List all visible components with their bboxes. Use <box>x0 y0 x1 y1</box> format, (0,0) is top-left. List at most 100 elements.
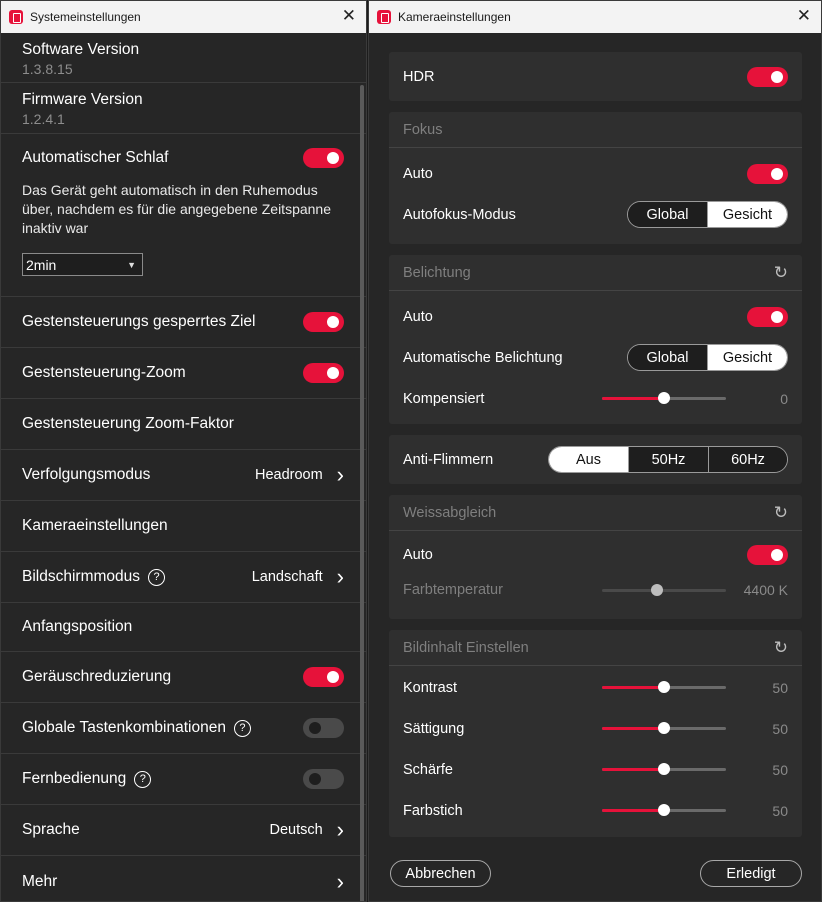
antiflicker-60hz-option[interactable]: 60Hz <box>708 447 787 472</box>
slider-fill <box>602 397 664 400</box>
close-icon[interactable]: ✕ <box>342 7 356 25</box>
slider-fill <box>602 768 664 771</box>
exposure-header: Belichtung <box>403 264 471 281</box>
close-icon[interactable]: ✕ <box>797 7 811 25</box>
firmware-version-label: Firmware Version <box>22 91 143 108</box>
auto-exposure-label: Automatische Belichtung <box>403 349 563 366</box>
titlebar: Systemeinstellungen ✕ <box>1 1 366 33</box>
sharpness-row: Schärfe 50 <box>389 749 802 790</box>
software-version-value: 1.3.8.15 <box>22 61 73 77</box>
slider-knob[interactable] <box>658 392 670 404</box>
saturation-slider[interactable] <box>602 722 726 734</box>
refresh-icon[interactable]: ↻ <box>774 638 788 658</box>
language-row[interactable]: Sprache Deutsch › <box>1 805 366 856</box>
antiflicker-50hz-option[interactable]: 50Hz <box>628 447 708 472</box>
exposure-global-option[interactable]: Global <box>628 345 707 370</box>
help-icon[interactable]: ? <box>134 770 152 788</box>
antiflicker-label: Anti-Flimmern <box>403 451 494 468</box>
help-icon[interactable]: ? <box>233 719 251 737</box>
image-adjust-card: Bildinhalt Einstellen ↻ Kontrast 50 Sätt… <box>389 630 802 837</box>
camera-settings-body: HDR Fokus Auto Autofokus-Modus Global Ge… <box>369 33 821 901</box>
focus-card: Fokus Auto Autofokus-Modus Global Gesich… <box>389 112 802 244</box>
autofocus-face-option[interactable]: Gesicht <box>707 202 787 227</box>
auto-sleep-label: Automatischer Schlaf <box>22 149 169 166</box>
tint-row: Farbstich 50 <box>389 790 802 831</box>
cancel-button[interactable]: Abbrechen <box>390 860 491 887</box>
autofocus-mode-segmented: Global Gesicht <box>627 201 788 228</box>
white-balance-auto-label: Auto <box>403 546 433 563</box>
exposure-auto-toggle[interactable] <box>747 306 788 327</box>
tint-slider[interactable] <box>602 804 726 816</box>
antiflicker-off-option[interactable]: Aus <box>549 447 628 472</box>
focus-auto-toggle[interactable] <box>747 163 788 184</box>
contrast-label: Kontrast <box>403 679 457 696</box>
white-balance-auto-toggle[interactable] <box>747 544 788 565</box>
window-title: Kameraeinstellungen <box>398 10 511 24</box>
chevron-down-icon: ▼ <box>127 259 136 270</box>
remote-control-toggle[interactable] <box>303 769 344 789</box>
software-version: Software Version 1.3.8.15 <box>1 33 366 83</box>
hdr-label: HDR <box>403 68 435 85</box>
gesture-locked-target-toggle[interactable] <box>303 312 344 332</box>
app-icon <box>9 10 23 24</box>
system-settings-window: Systemeinstellungen ✕ Software Version 1… <box>0 0 367 902</box>
compensation-value: 0 <box>780 390 788 407</box>
screen-mode-label: Bildschirmmodus <box>22 568 141 585</box>
done-button[interactable]: Erledigt <box>700 860 802 887</box>
exposure-face-option[interactable]: Gesicht <box>707 345 787 370</box>
compensation-label: Kompensiert <box>403 390 485 407</box>
auto-exposure-segmented: Global Gesicht <box>627 344 788 371</box>
image-adjust-header: Bildinhalt Einstellen <box>403 639 529 656</box>
start-position-row[interactable]: Anfangsposition <box>1 603 366 652</box>
global-shortcuts-toggle[interactable] <box>303 718 344 738</box>
gesture-zoom-toggle[interactable] <box>303 363 344 383</box>
gesture-zoom-factor-row[interactable]: Gestensteuerung Zoom-Faktor <box>1 399 366 450</box>
settings-list: Software Version 1.3.8.15 Firmware Versi… <box>1 33 366 901</box>
gesture-zoom-factor-label: Gestensteuerung Zoom-Faktor <box>22 415 234 432</box>
refresh-icon[interactable]: ↻ <box>774 503 788 523</box>
global-shortcuts-label: Globale Tastenkombinationen <box>22 719 226 736</box>
contrast-slider[interactable] <box>602 681 726 693</box>
sleep-duration-dropdown[interactable]: 2min ▼ <box>22 253 143 276</box>
titlebar: Kameraeinstellungen ✕ <box>369 1 821 33</box>
noise-reduction-toggle[interactable] <box>303 667 344 687</box>
slider-knob[interactable] <box>658 804 670 816</box>
slider-knob[interactable] <box>658 722 670 734</box>
chevron-right-icon: › <box>336 462 344 487</box>
sharpness-value: 50 <box>772 761 788 778</box>
auto-sleep-toggle[interactable] <box>303 148 344 168</box>
firmware-version-value: 1.2.4.1 <box>22 111 65 127</box>
autofocus-global-option[interactable]: Global <box>628 202 707 227</box>
start-position-label: Anfangsposition <box>22 618 133 635</box>
language-label: Sprache <box>22 821 80 838</box>
compensation-slider[interactable] <box>602 392 726 404</box>
exposure-auto-label: Auto <box>403 308 433 325</box>
hdr-toggle[interactable] <box>747 66 788 87</box>
tracking-mode-row[interactable]: Verfolgungsmodus Headroom › <box>1 450 366 501</box>
slider-knob[interactable] <box>658 681 670 693</box>
noise-reduction-label: Geräuschreduzierung <box>22 668 172 685</box>
camera-settings-row[interactable]: Kameraeinstellungen <box>1 501 366 552</box>
contrast-value: 50 <box>772 679 788 696</box>
hdr-card: HDR <box>389 52 802 101</box>
slider-knob[interactable] <box>658 763 670 775</box>
saturation-label: Sättigung <box>403 720 465 737</box>
screen-mode-row[interactable]: Bildschirmmodus ? Landschaft › <box>1 552 366 603</box>
saturation-value: 50 <box>772 720 788 737</box>
refresh-icon[interactable]: ↻ <box>774 263 788 283</box>
saturation-row: Sättigung 50 <box>389 708 802 749</box>
sharpness-slider[interactable] <box>602 763 726 775</box>
sharpness-label: Schärfe <box>403 761 453 778</box>
software-version-label: Software Version <box>22 41 140 58</box>
color-temperature-value: 4400 K <box>743 582 788 598</box>
slider-fill <box>602 809 664 812</box>
gesture-locked-target-row: Gestensteuerungs gesperrtes Ziel <box>1 297 366 348</box>
tracking-mode-label: Verfolgungsmodus <box>22 466 151 483</box>
auto-sleep-description: Das Gerät geht automatisch in den Ruhemo… <box>22 182 332 236</box>
scrollbar[interactable] <box>360 85 364 901</box>
help-icon[interactable]: ? <box>148 568 166 586</box>
tint-label: Farbstich <box>403 802 463 819</box>
more-row[interactable]: Mehr › <box>1 856 366 901</box>
camera-settings-label: Kameraeinstellungen <box>22 517 168 534</box>
global-shortcuts-row: Globale Tastenkombinationen ? <box>1 703 366 754</box>
